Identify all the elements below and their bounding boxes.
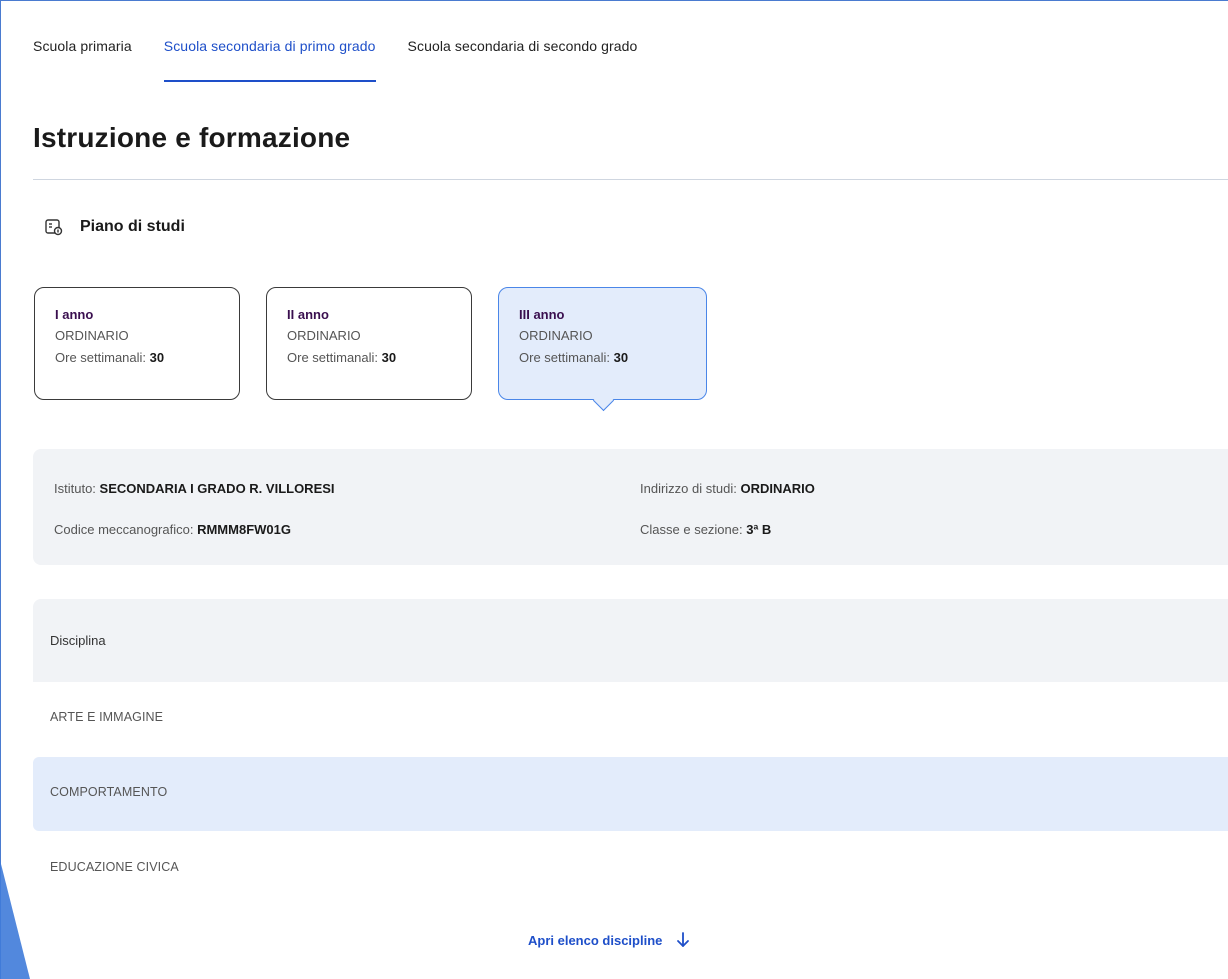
table-header: Disciplina — [33, 599, 1228, 682]
table-row[interactable]: ARTE E IMMAGINE — [33, 682, 1228, 756]
weekly-hours: Ore settimanali: 30 — [519, 350, 629, 365]
discipline-name: EDUCAZIONE CIVICA — [50, 860, 179, 874]
year-label: II anno — [287, 307, 329, 322]
study-type: ORDINARIO — [287, 328, 361, 343]
tab-scuola-secondaria-secondo-grado[interactable]: Scuola secondaria di secondo grado — [408, 30, 638, 82]
section-title: Piano di studi — [80, 218, 185, 235]
open-disciplines-label: Apri elenco discipline — [528, 932, 663, 948]
column-header-disciplina: Disciplina — [50, 633, 106, 648]
school-info-panel: Istituto: SECONDARIA I GRADO R. VILLORES… — [33, 449, 1228, 565]
study-plan-icon — [44, 217, 64, 237]
classe-info: Classe e sezione: 3ª B — [640, 522, 772, 537]
page-title: Istruzione e formazione — [33, 122, 351, 153]
year-card-1[interactable]: I anno ORDINARIO Ore settimanali: 30 — [34, 287, 240, 400]
school-level-tabs: Scuola primaria Scuola secondaria di pri… — [33, 30, 637, 82]
year-card-2[interactable]: II anno ORDINARIO Ore settimanali: 30 — [266, 287, 472, 400]
year-label: I anno — [55, 307, 94, 322]
open-disciplines-link[interactable]: Apri elenco discipline — [528, 931, 690, 949]
tab-scuola-secondaria-primo-grado[interactable]: Scuola secondaria di primo grado — [163, 30, 376, 82]
weekly-hours: Ore settimanali: 30 — [55, 350, 165, 365]
study-type: ORDINARIO — [519, 328, 593, 343]
arrow-down-icon — [676, 931, 690, 949]
discipline-name: COMPORTAMENTO — [50, 785, 168, 799]
title-divider — [33, 179, 1228, 180]
section-header: Piano di studi — [44, 217, 185, 237]
year-label: III anno — [519, 307, 565, 322]
table-row[interactable]: EDUCAZIONE CIVICA — [33, 832, 1228, 906]
discipline-name: ARTE E IMMAGINE — [50, 710, 164, 724]
year-card-3[interactable]: III anno ORDINARIO Ore settimanali: 30 — [498, 287, 707, 400]
tab-scuola-primaria[interactable]: Scuola primaria — [33, 30, 132, 82]
table-row[interactable]: COMPORTAMENTO — [33, 757, 1228, 831]
year-cards: I anno ORDINARIO Ore settimanali: 30 II … — [34, 287, 707, 400]
study-type: ORDINARIO — [55, 328, 129, 343]
decorative-corner — [0, 860, 30, 979]
indirizzo-info: Indirizzo di studi: ORDINARIO — [640, 481, 815, 496]
weekly-hours: Ore settimanali: 30 — [287, 350, 397, 365]
codice-info: Codice meccanografico: RMMM8FW01G — [54, 522, 291, 537]
istituto-info: Istituto: SECONDARIA I GRADO R. VILLORES… — [54, 481, 335, 496]
